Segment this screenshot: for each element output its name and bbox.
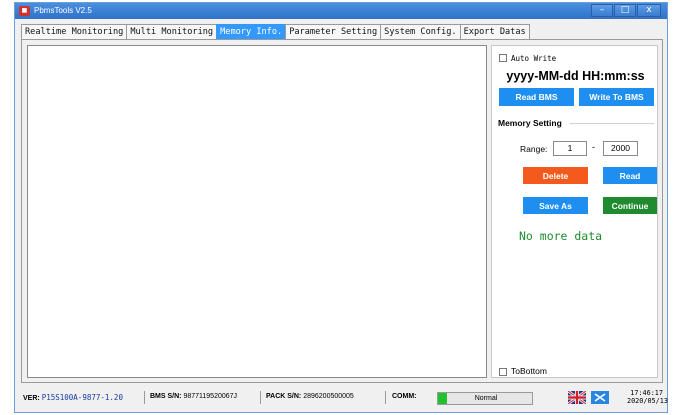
version-value: P15S100A-9877-1.20 (41, 393, 123, 402)
title-bar: ■ PbmsTools V2.5 – □ x (15, 3, 667, 19)
version-label: VER: (23, 395, 40, 402)
comm-status-text: Normal (474, 395, 498, 402)
comm-label: COMM: (392, 393, 417, 400)
uk-flag-icon[interactable] (568, 391, 586, 404)
bms-sn-field: BMS S/N: 9877119520067J (150, 393, 237, 400)
clock: 17:46:17 2020/05/13 (627, 389, 668, 405)
status-message: No more data (519, 229, 603, 243)
range-from-input[interactable]: 1 (553, 141, 587, 156)
tab-export-datas[interactable]: Export Datas (459, 24, 530, 39)
range-label: Range: (520, 144, 548, 154)
tab-realtime-monitoring[interactable]: Realtime Monitoring (21, 24, 128, 39)
read-button[interactable]: Read (603, 167, 657, 184)
auto-write-checkbox[interactable] (499, 54, 507, 62)
to-bottom-label: ToBottom (511, 366, 547, 376)
to-bottom-checkbox[interactable] (499, 368, 507, 376)
version-field: VER: P15S100A-9877-1.20 (23, 393, 123, 402)
status-divider (144, 391, 145, 404)
range-separator: - (592, 142, 595, 152)
save-as-button[interactable]: Save As (523, 197, 588, 214)
range-to-input[interactable]: 2000 (603, 141, 638, 156)
main-tabs: Realtime Monitoring Multi Monitoring Mem… (21, 24, 530, 39)
minimize-button[interactable]: – (591, 4, 613, 17)
tab-memory-info[interactable]: Memory Info. (216, 24, 287, 39)
comm-status-bar: Normal (437, 392, 533, 405)
clock-time: 17:46:17 (630, 389, 663, 397)
close-button[interactable]: x (637, 4, 661, 17)
bms-sn-value: 9877119520067J (183, 393, 238, 400)
section-divider (570, 123, 654, 124)
status-divider (385, 391, 386, 404)
connection-icon[interactable] (591, 391, 609, 404)
status-bar: VER: P15S100A-9877-1.20 BMS S/N: 9877119… (21, 384, 668, 410)
memory-control-panel: Auto Write yyyy-MM-dd HH:mm:ss Read BMS … (491, 45, 658, 378)
maximize-button[interactable]: □ (614, 4, 636, 17)
clock-date: 2020/05/13 (627, 397, 668, 405)
app-logo-icon: ■ (19, 6, 30, 16)
read-bms-button[interactable]: Read BMS (499, 88, 574, 106)
pack-sn-value: 2896200500005 (303, 393, 354, 400)
tab-parameter-setting[interactable]: Parameter Setting (285, 24, 382, 39)
window-title: PbmsTools V2.5 (34, 6, 92, 15)
window-controls: – □ x (590, 4, 661, 17)
memory-data-list[interactable] (27, 45, 487, 378)
memory-info-panel: Auto Write yyyy-MM-dd HH:mm:ss Read BMS … (21, 39, 663, 383)
tab-system-config[interactable]: System Config. (380, 24, 461, 39)
pack-sn-field: PACK S/N: 2896200500005 (266, 393, 354, 400)
status-divider (260, 391, 261, 404)
write-to-bms-button[interactable]: Write To BMS (579, 88, 654, 106)
tab-multi-monitoring[interactable]: Multi Monitoring (126, 24, 218, 39)
bms-sn-label: BMS S/N: (150, 393, 182, 400)
pack-sn-label: PACK S/N: (266, 393, 302, 400)
datetime-display: yyyy-MM-dd HH:mm:ss (506, 69, 645, 83)
memory-setting-title: Memory Setting (498, 118, 562, 128)
app-window: ■ PbmsTools V2.5 – □ x Realtime Monitori… (14, 2, 668, 413)
delete-button[interactable]: Delete (523, 167, 588, 184)
continue-button[interactable]: Continue (603, 197, 657, 214)
auto-write-label: Auto Write (511, 54, 557, 63)
